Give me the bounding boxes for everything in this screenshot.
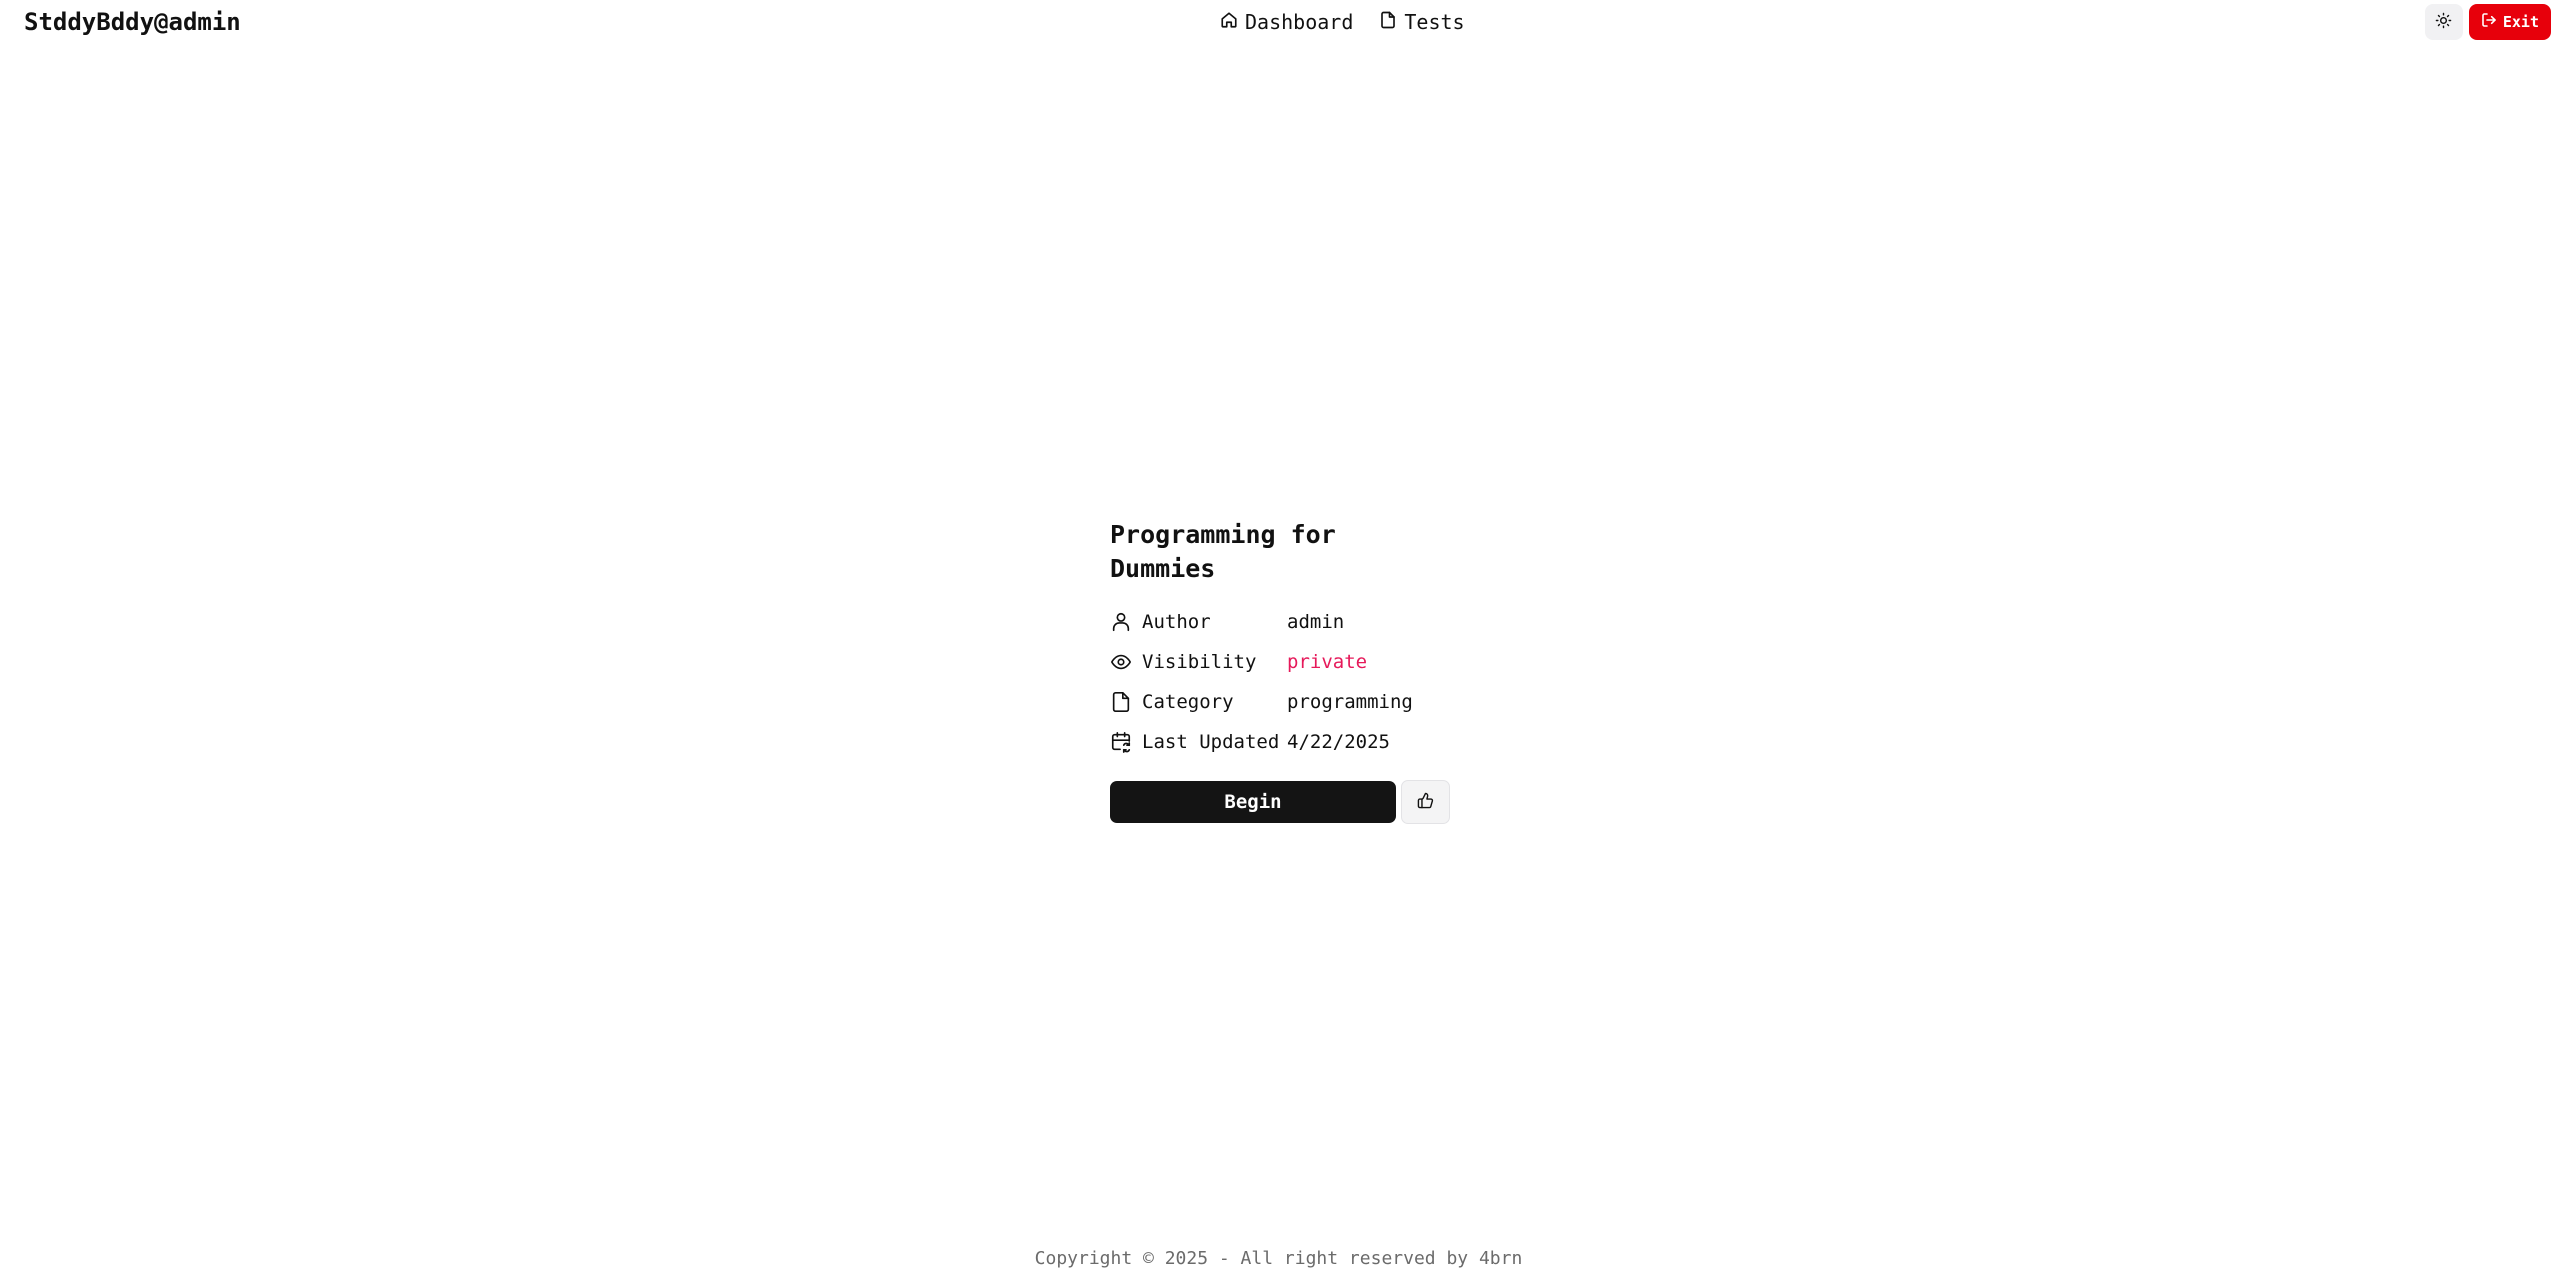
meta-row-category: Category programming [1110,682,1450,722]
meta-label-author: Author [1142,611,1211,633]
meta-value-category: programming [1287,691,1413,713]
begin-button[interactable]: Begin [1110,781,1396,823]
main-nav: Dashboard Tests [1220,8,1465,36]
eye-icon [1110,651,1132,673]
nav-tests-link[interactable]: Tests [1379,8,1465,36]
meta-value-last-updated: 4/22/2025 [1287,731,1390,753]
app-brand[interactable]: StddyBddy@admin [24,6,241,38]
sun-icon [2435,12,2452,33]
calendar-sync-icon [1110,731,1132,753]
meta-value-visibility: private [1287,651,1368,673]
meta-value-author: admin [1287,611,1345,633]
nav-dashboard-link[interactable]: Dashboard [1220,8,1353,36]
test-actions: Begin [1110,780,1450,824]
like-button[interactable] [1401,780,1450,824]
user-icon [1110,611,1132,633]
thumbs-up-icon [1417,792,1434,813]
home-icon [1220,8,1238,36]
log-out-icon [2481,12,2497,32]
meta-label-category: Category [1142,691,1234,713]
theme-toggle-button[interactable] [2424,4,2463,40]
meta-label-last-updated: Last Updated [1142,731,1280,753]
meta-row-visibility: Visibility private [1110,642,1450,682]
page-footer: Copyright © 2025 - All right reserved by… [0,1246,2557,1272]
copyright-text: Copyright © 2025 - All right reserved by… [1034,1248,1523,1269]
nav-tests-label: Tests [1404,10,1465,34]
exit-label: Exit [2502,13,2539,31]
file-icon [1379,8,1397,36]
nav-dashboard-label: Dashboard [1245,10,1354,34]
exit-button[interactable]: Exit [2468,4,2551,40]
meta-label-visibility: Visibility [1142,651,1257,673]
test-title: Programming for Dummies [1110,520,1336,583]
header-actions: Exit [2424,4,2551,40]
file-icon [1110,691,1132,713]
top-navbar: StddyBddy@admin Dashboard Tests Exit [0,0,2557,46]
meta-row-author: Author admin [1110,602,1450,642]
test-detail-card: Programming for Dummies Author admin Vis… [1110,518,1450,824]
meta-row-last-updated: Last Updated 4/22/2025 [1110,722,1450,762]
